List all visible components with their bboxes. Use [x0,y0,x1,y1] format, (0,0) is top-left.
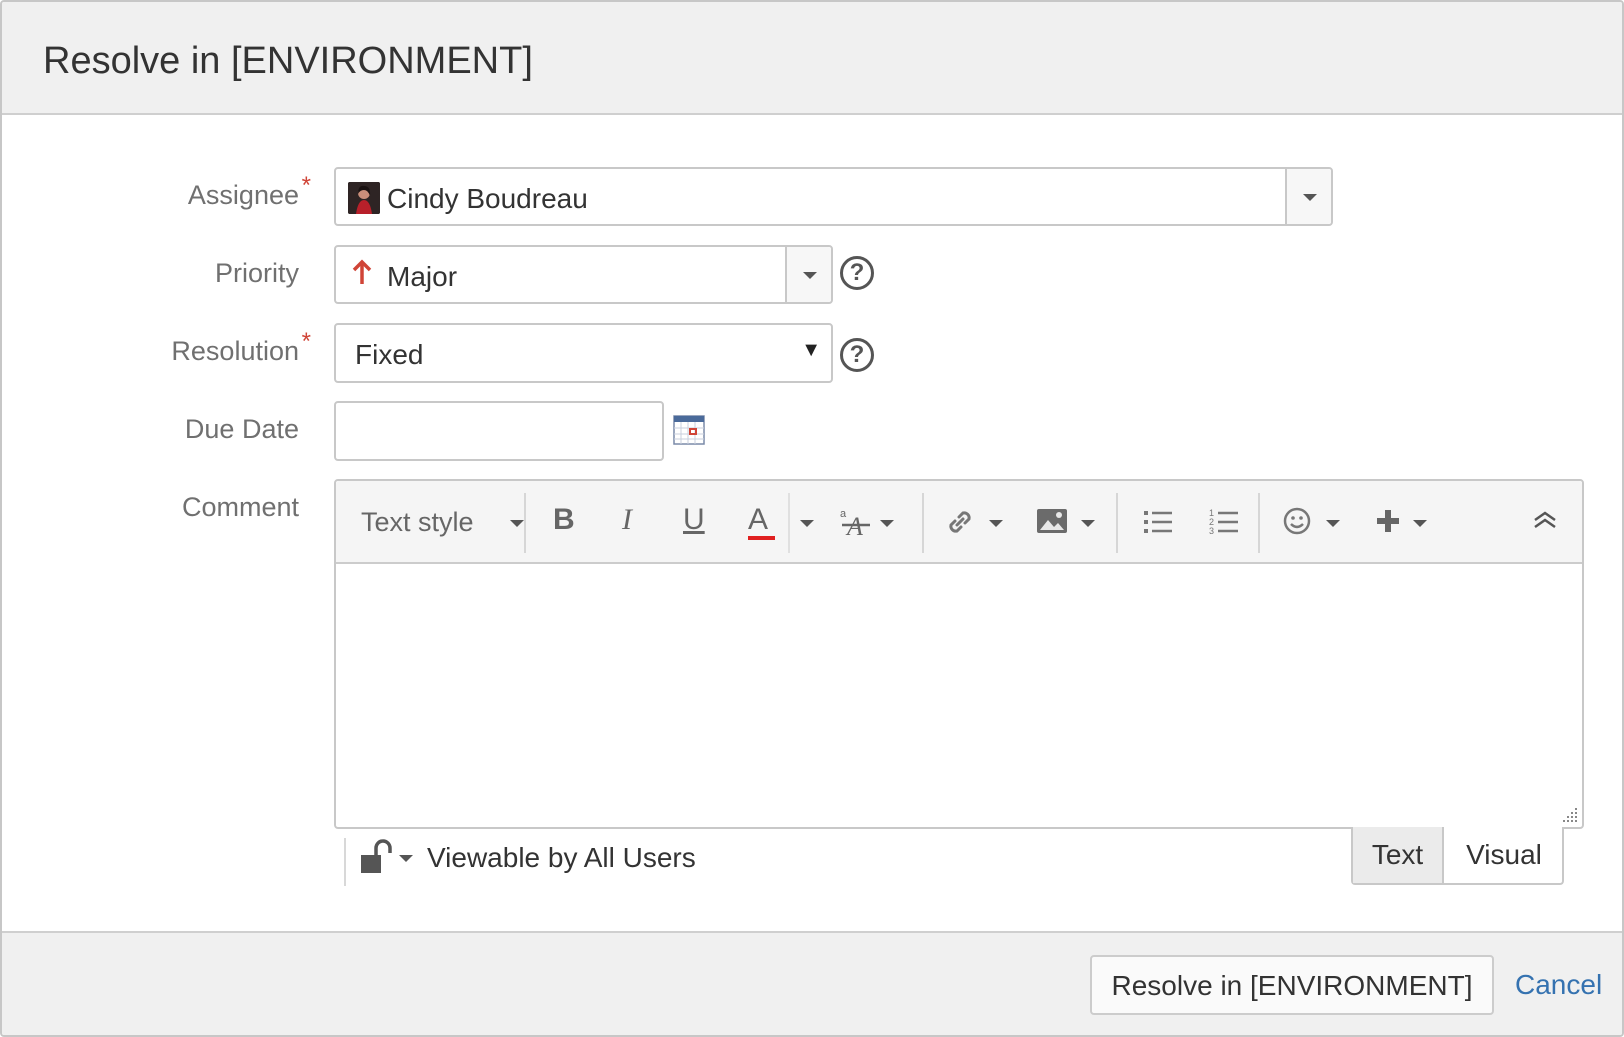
select-arrow-icon: ▼ [801,339,821,361]
comment-editor: Text style B I U A a A 1 2 3 [334,479,1584,829]
toolbar-divider [1258,493,1260,553]
text-color-bar [748,536,775,540]
link-icon [943,505,977,544]
text-color-icon: A [748,503,769,536]
collapse-toolbar-button[interactable] [1524,481,1570,564]
calendar-icon[interactable] [673,414,705,446]
text-color-dropdown[interactable] [792,481,822,564]
text-style-dropdown[interactable]: Text style [361,481,524,564]
visibility-label[interactable]: Viewable by All Users [427,842,696,874]
strikethrough-icon: a A [839,503,873,546]
priority-label: Priority [214,258,299,288]
chevron-down-icon [1326,520,1340,527]
toolbar-divider [1116,493,1118,553]
assignee-avatar [348,182,380,214]
assignee-dropdown-button[interactable] [1285,169,1331,224]
chevron-down-icon [1081,520,1095,527]
more-formatting-button[interactable]: a A [831,481,901,564]
toolbar-divider [922,493,924,553]
italic-icon: I [622,503,632,536]
double-chevron-up-icon [1532,509,1558,536]
priority-value: Major [387,261,458,292]
editor-mode-tabs: Text Visual [1351,827,1564,885]
plus-icon [1374,507,1402,540]
visibility-dropdown[interactable] [357,837,419,877]
link-button[interactable] [937,481,1007,564]
dialog-footer: Resolve in [ENVIRONMENT] Cancel [2,931,1622,1035]
dialog-header: Resolve in [ENVIRONMENT] [2,2,1622,115]
assignee-required-mark: * [301,172,311,199]
italic-button[interactable]: I [606,481,652,564]
priority-help-icon[interactable]: ? [840,256,874,290]
toolbar-divider [524,493,526,553]
emoticon-button[interactable] [1276,481,1346,564]
text-color-button[interactable]: A [738,481,784,564]
chevron-down-icon [880,520,894,527]
bullet-list-icon [1142,507,1174,542]
assignee-select[interactable]: Cindy Boudreau [334,167,1333,226]
resolution-required-mark: * [301,328,311,355]
underline-button[interactable]: U [672,481,718,564]
svg-text:3: 3 [1209,526,1214,536]
insert-more-button[interactable] [1368,481,1438,564]
priority-select[interactable]: Major [334,245,833,304]
tab-text-mode[interactable]: Text [1353,827,1444,883]
assignee-value: Cindy Boudreau [387,183,588,214]
smiley-icon [1282,505,1312,542]
text-style-label: Text style [361,507,474,537]
numbered-list-button[interactable]: 123 [1202,481,1248,564]
bold-button[interactable]: B [541,481,587,564]
resolution-help-icon[interactable]: ? [840,338,874,372]
priority-dropdown-button[interactable] [785,247,831,302]
comment-textarea[interactable] [336,564,1582,827]
resolution-label: Resolution [171,336,299,366]
resize-grip-icon[interactable] [1560,805,1578,823]
underline-icon: U [683,503,705,536]
dialog-title: Resolve in [ENVIRONMENT] [43,40,533,82]
chevron-down-icon [989,520,1003,527]
svg-text:a: a [840,508,847,520]
resolve-dialog: Resolve in [ENVIRONMENT] Assignee * Cind… [0,0,1624,1037]
chevron-down-icon [1413,520,1427,527]
image-button[interactable] [1029,481,1099,564]
toolbar-divider [788,493,790,553]
chevron-down-icon [510,520,524,527]
resolution-select[interactable]: Fixed ▼ [334,323,833,383]
resolve-button[interactable]: Resolve in [ENVIRONMENT] [1090,955,1494,1015]
priority-arrow-icon [350,259,374,292]
cancel-link[interactable]: Cancel [1515,969,1602,1001]
comment-label: Comment [181,492,299,522]
unlock-icon [359,839,393,880]
bold-icon: B [553,503,575,536]
numbered-list-icon: 123 [1208,507,1240,542]
bullet-list-button[interactable] [1136,481,1182,564]
editor-toolbar: Text style B I U A a A 1 2 3 [336,481,1582,564]
due-date-input[interactable] [334,401,664,461]
tab-visual-mode[interactable]: Visual [1446,827,1562,883]
image-icon [1035,505,1069,542]
visibility-divider [344,838,346,886]
resolution-value: Fixed [355,339,424,370]
assignee-label: Assignee [187,180,299,210]
due-date-label: Due Date [184,414,299,444]
chevron-down-icon [399,855,413,862]
chevron-down-icon [800,520,814,527]
